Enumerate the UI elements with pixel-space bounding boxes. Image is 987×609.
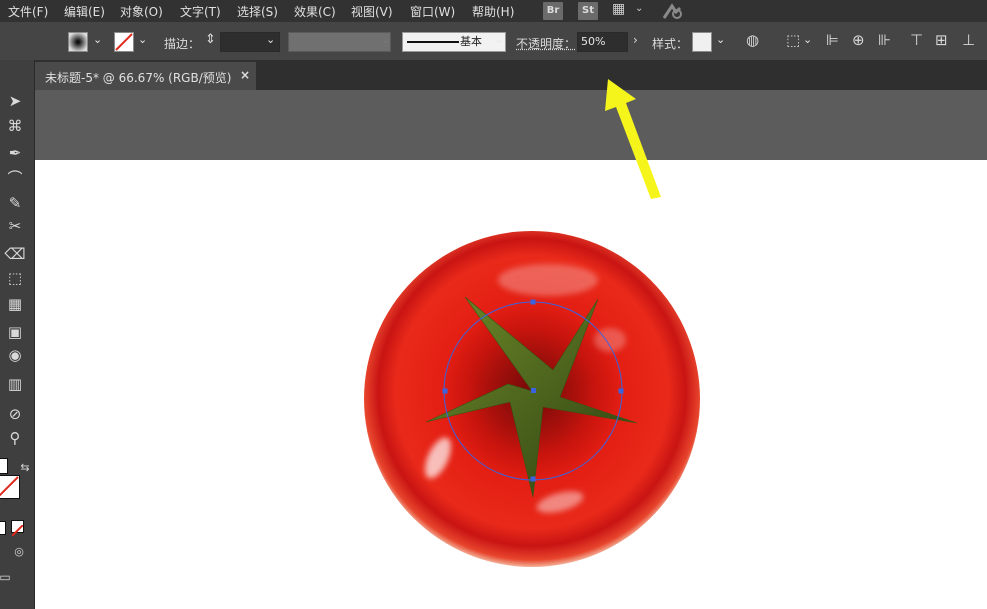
anchor-point-left[interactable]: [442, 388, 448, 394]
anchor-point-right[interactable]: [618, 388, 624, 394]
center-point[interactable]: [531, 388, 536, 393]
artwork-layer: [364, 79, 700, 567]
anchor-point-top[interactable]: [530, 299, 536, 305]
illustrator-window: 文件(F) 编辑(E) 对象(O) 文字(T) 选择(S) 效果(C) 视图(V…: [0, 0, 987, 609]
tomato-illustration[interactable]: [364, 231, 700, 567]
top-highlight: [498, 264, 598, 296]
yellow-arrow: [605, 79, 661, 199]
anchor-point-bottom[interactable]: [530, 476, 536, 482]
annotation-arrow: [605, 79, 661, 199]
